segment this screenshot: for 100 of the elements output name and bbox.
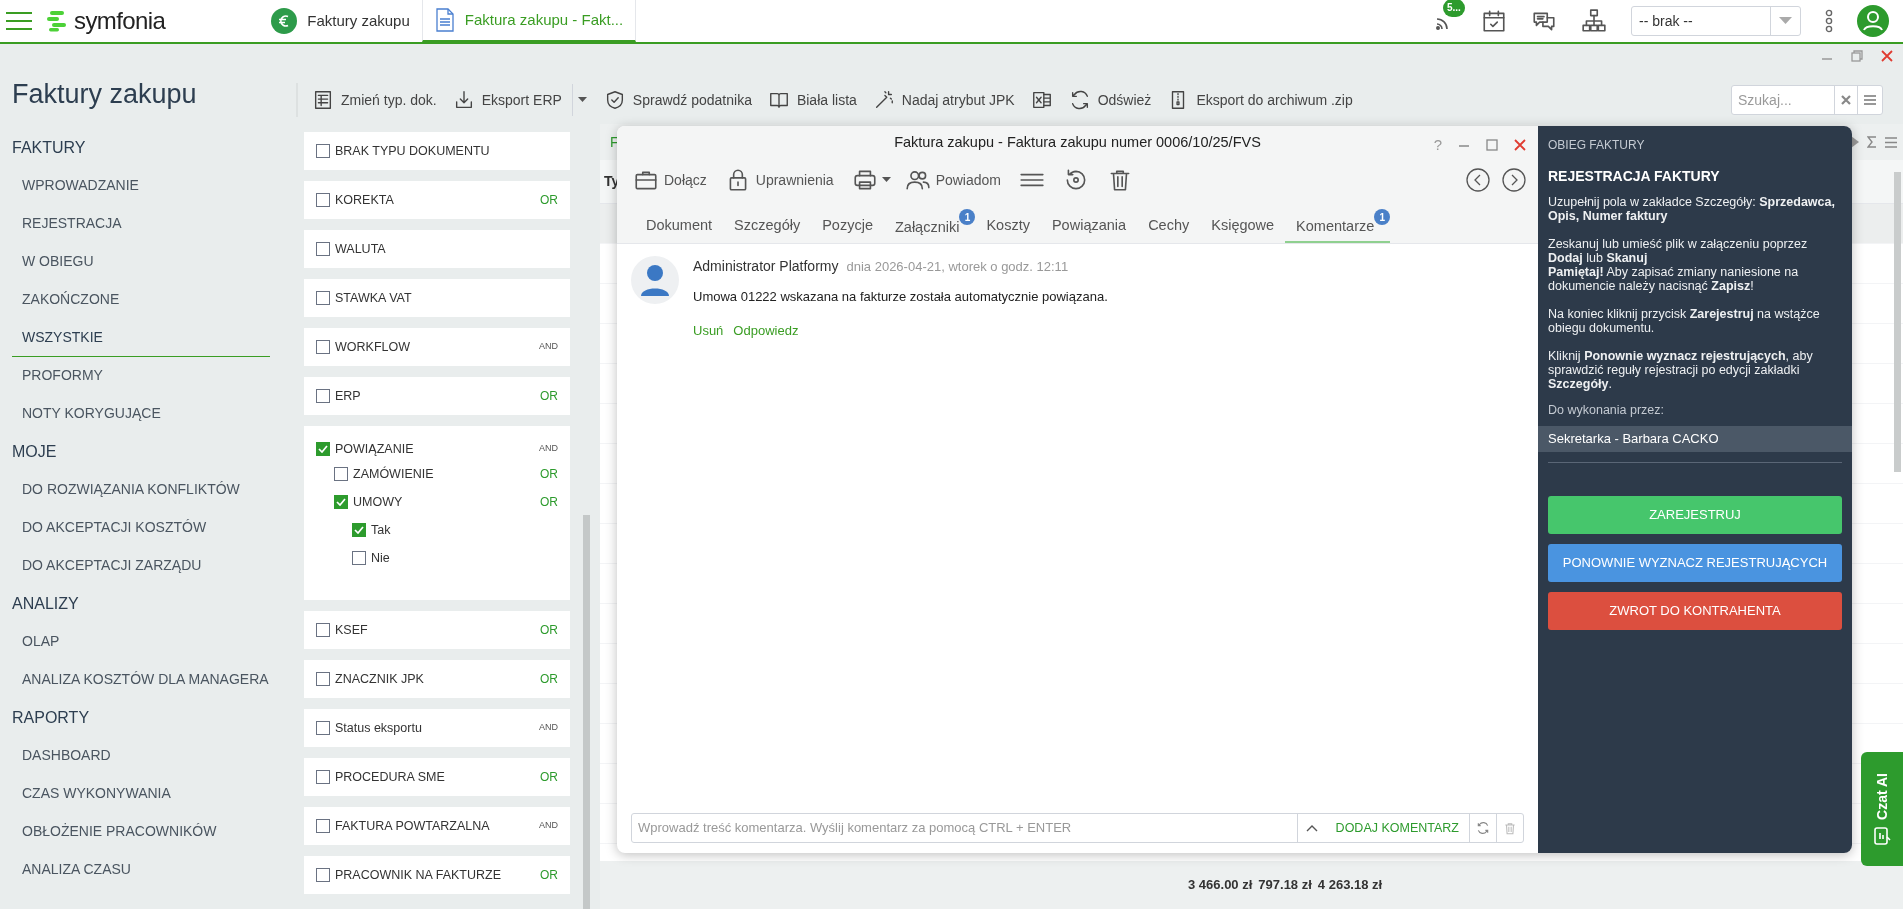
menu-icon[interactable] xyxy=(6,10,32,32)
comment-box[interactable]: Wprowadź treść komentarza. Wyślij komentarz za pomocą CTRL + ENTER DODAJ KOMENTARZ xyxy=(631,813,1524,843)
operator-label[interactable]: AND xyxy=(539,721,558,735)
search-box[interactable]: Szukaj... xyxy=(1731,85,1883,115)
comment-field[interactable]: Wprowadź treść komentarza. Wyślij komentarz za pomocą CTRL + ENTER xyxy=(632,818,1297,838)
toolbar-button[interactable]: Eksport do archiwum .zip xyxy=(1161,84,1359,116)
dialog-tab[interactable]: Księgowe xyxy=(1200,209,1286,243)
checkbox[interactable] xyxy=(334,495,348,509)
operator-label[interactable]: OR xyxy=(540,768,558,786)
sidebar-item[interactable]: ANALIZA CZASU xyxy=(12,850,270,889)
chevron-right-icon[interactable] xyxy=(1502,168,1526,192)
search-field[interactable]: Szukaj... xyxy=(1732,89,1834,111)
dialog-tab[interactable]: Koszty xyxy=(975,209,1041,243)
checkbox[interactable] xyxy=(334,467,348,481)
filter-label: Tak xyxy=(371,521,391,539)
operator-label[interactable]: AND xyxy=(539,442,558,456)
checkbox[interactable] xyxy=(316,868,330,882)
comment-action-link[interactable]: Odpowiedz xyxy=(733,320,799,340)
company-dropdown[interactable]: -- brak -- xyxy=(1631,6,1801,36)
close-icon[interactable] xyxy=(1881,50,1893,62)
checkbox[interactable] xyxy=(316,623,330,637)
sum-icon[interactable] xyxy=(1867,136,1877,148)
scrollbar[interactable] xyxy=(583,515,590,909)
check-icon xyxy=(354,526,364,534)
menu-icon[interactable] xyxy=(1885,136,1897,148)
chat-ai-tab[interactable]: Czat AI xyxy=(1861,752,1903,866)
close-icon[interactable] xyxy=(1514,139,1526,152)
operator-label[interactable]: OR xyxy=(540,621,558,639)
comment-action-link[interactable]: Usuń xyxy=(693,320,724,340)
scrollbar[interactable] xyxy=(1894,172,1901,472)
user-avatar-icon[interactable] xyxy=(1857,5,1889,37)
operator-label[interactable]: OR xyxy=(540,866,558,884)
filter-label: PRACOWNIK NA FAKTURZE xyxy=(335,866,501,884)
toolbar-button[interactable]: Sprawdź podatnika xyxy=(597,84,758,116)
checkbox[interactable] xyxy=(316,389,330,403)
total-value: 3 466.00 zł xyxy=(1188,876,1253,895)
app-tab[interactable]: Faktury zakupu xyxy=(259,0,422,42)
checkbox[interactable] xyxy=(316,672,330,686)
checkbox[interactable] xyxy=(316,242,330,256)
sidebar-item[interactable]: DO AKCEPTACJI ZARZĄDU xyxy=(12,546,270,585)
toolbar-button[interactable]: Powiadom xyxy=(898,163,1007,197)
chevron-left-icon[interactable] xyxy=(1466,168,1490,192)
more-options-icon[interactable] xyxy=(1825,9,1833,33)
operator-label[interactable]: OR xyxy=(540,191,558,209)
checkbox[interactable] xyxy=(316,340,330,354)
operator-label[interactable]: AND xyxy=(539,340,558,354)
checkbox[interactable] xyxy=(352,551,366,565)
checkbox[interactable] xyxy=(352,523,366,537)
checkbox[interactable] xyxy=(316,291,330,305)
sidebar-item[interactable]: WPROWADZANIE xyxy=(12,166,270,205)
operator-label[interactable]: OR xyxy=(540,493,558,511)
dialog-tab[interactable]: Załączniki 1 xyxy=(883,209,976,243)
checkbox[interactable] xyxy=(316,144,330,158)
sidebar-item[interactable]: W OBIEGU xyxy=(12,242,270,281)
toolbar-button[interactable]: Uprawnienia xyxy=(718,163,840,197)
sidebar-item[interactable]: NOTY KORYGUJĄCE xyxy=(12,394,270,433)
operator-label[interactable]: OR xyxy=(540,670,558,688)
count-badge: 1 xyxy=(959,209,976,225)
checkbox[interactable] xyxy=(316,819,330,833)
toolbar-button[interactable]: Eksport ERP xyxy=(446,84,568,116)
menu-icon[interactable] xyxy=(1864,95,1876,105)
maximize-icon[interactable] xyxy=(1486,139,1498,152)
sidebar-item[interactable]: REJESTRACJA xyxy=(12,204,270,243)
comment-date: dnia 2026-04-21, wtorek o godz. 12:11 xyxy=(846,258,1069,276)
sidebar-item[interactable]: DO ROZWIĄZANIA KONFLIKTÓW xyxy=(12,470,270,509)
toolbar-button[interactable]: Nadaj atrybut JPK xyxy=(866,84,1021,116)
toolbar-button[interactable]: Odśwież xyxy=(1062,84,1158,116)
operator-label[interactable]: OR xyxy=(540,465,558,483)
dialog-tab[interactable]: Dokument xyxy=(635,209,724,243)
checkbox[interactable] xyxy=(316,770,330,784)
sidebar-item[interactable]: DASHBOARD xyxy=(12,736,270,775)
workflow-button[interactable]: ZWROT DO KONTRAHENTA xyxy=(1548,591,1842,630)
dialog-tab[interactable]: Komentarze 1 xyxy=(1285,209,1391,243)
sidebar-item[interactable]: WSZYSTKIE xyxy=(12,318,270,357)
checkbox[interactable] xyxy=(316,721,330,735)
sidebar-item[interactable]: ANALIZA KOSZTÓW DLA MANAGERA xyxy=(12,660,270,699)
operator-label[interactable]: AND xyxy=(539,819,558,833)
sidebar-item[interactable]: ZAKOŃCZONE xyxy=(12,280,270,319)
dialog-tab[interactable]: Szczegóły xyxy=(723,209,812,243)
clear-icon[interactable] xyxy=(1841,95,1851,105)
toolbar-button[interactable]: Biała lista xyxy=(761,84,863,116)
sidebar-item[interactable]: OBŁOŻENIE PRACOWNIKÓW xyxy=(12,812,270,851)
dialog-tab[interactable]: Powiązania xyxy=(1040,209,1138,243)
app-tab[interactable]: Faktura zakupu - Fakt... xyxy=(421,0,637,42)
operator-label[interactable]: OR xyxy=(540,387,558,405)
instruction-text: Na koniec kliknij przycisk Zarejestruj na wstążce obiegu dokumentu. xyxy=(1548,307,1821,335)
refresh-icon[interactable] xyxy=(1476,821,1490,835)
dialog-tab[interactable]: Pozycje xyxy=(811,209,884,243)
toolbar-button[interactable]: Dołącz xyxy=(627,163,713,197)
chevron-up-icon[interactable] xyxy=(1305,824,1318,832)
sidebar-item[interactable]: OLAP xyxy=(12,622,270,661)
sidebar-item[interactable]: CZAS WYKONYWANIA xyxy=(12,774,270,813)
checkbox[interactable] xyxy=(316,193,330,207)
sidebar-item[interactable]: DO AKCEPTACJI KOSZTÓW xyxy=(12,508,270,547)
sidebar-item[interactable]: PROFORMY xyxy=(12,356,270,395)
add-comment-button[interactable]: DODAJ KOMENTARZ xyxy=(1325,814,1469,842)
checkbox[interactable] xyxy=(316,442,330,456)
toolbar-button[interactable]: Zmień typ. dok. xyxy=(306,84,443,116)
dialog-tab[interactable]: Cechy xyxy=(1137,209,1201,243)
panel-heading: OBIEG FAKTURY xyxy=(1547,137,1646,154)
